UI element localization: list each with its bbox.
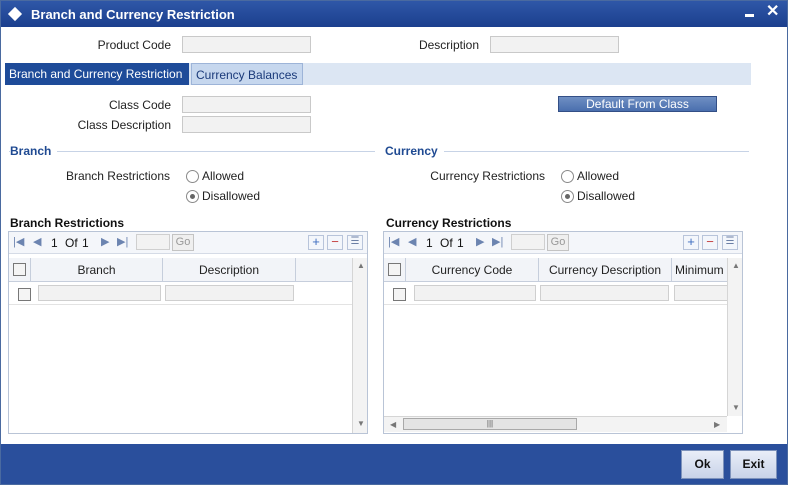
product-code-label: Product Code (97, 38, 171, 52)
delete-row-icon[interactable]: − (702, 235, 718, 250)
branch-column-header[interactable]: Branch (31, 258, 163, 282)
prev-page-icon[interactable]: ◀ (408, 235, 416, 248)
currency-section-title: Currency (385, 144, 444, 158)
branch-vertical-scrollbar[interactable]: ▲ ▼ (352, 258, 367, 433)
branch-section-title: Branch (10, 144, 58, 158)
first-page-icon[interactable]: |◀ (13, 235, 24, 248)
currency-page-input[interactable] (511, 234, 545, 250)
minimize-icon[interactable] (745, 14, 754, 17)
prev-page-icon[interactable]: ◀ (33, 235, 41, 248)
close-icon[interactable]: ✕ (766, 4, 779, 20)
currency-grid-title: Currency Restrictions (386, 216, 512, 230)
last-page-icon[interactable]: ▶| (492, 235, 503, 248)
scroll-up-icon[interactable]: ▲ (732, 261, 740, 270)
branch-cell[interactable] (38, 285, 161, 301)
currency-description-cell[interactable] (540, 285, 669, 301)
add-row-icon[interactable]: + (308, 235, 324, 250)
first-page-icon[interactable]: |◀ (388, 235, 399, 248)
currency-grid-header: Currency Code Currency Description Minim… (384, 258, 727, 282)
table-row[interactable] (384, 283, 727, 305)
scroll-thumb[interactable]: ||| (403, 418, 577, 430)
window-title: Branch and Currency Restriction (31, 7, 235, 22)
scroll-down-icon[interactable]: ▼ (732, 403, 740, 412)
scroll-up-icon[interactable]: ▲ (357, 261, 365, 270)
class-code-field[interactable] (182, 96, 311, 113)
tab-branch-currency-restriction[interactable]: Branch and Currency Restriction (5, 63, 189, 85)
currency-go-button[interactable]: Go (547, 234, 569, 251)
branch-restrictions-grid: |◀ ◀ 1 Of 1 ▶ ▶| Go + − ☰ Branch Descrip… (8, 231, 368, 434)
product-code-field[interactable] (182, 36, 311, 53)
branch-page-input[interactable] (136, 234, 170, 250)
delete-row-icon[interactable]: − (327, 235, 343, 250)
currency-allowed-radio[interactable] (561, 170, 574, 183)
exit-button[interactable]: Exit (730, 450, 777, 479)
branch-allowed-radio[interactable] (186, 170, 199, 183)
currency-page-total: 1 (457, 236, 464, 250)
ok-button[interactable]: Ok (681, 450, 724, 479)
currency-code-column-header[interactable]: Currency Code (406, 258, 539, 281)
add-row-icon[interactable]: + (683, 235, 699, 250)
select-all-cell (384, 258, 406, 281)
currency-disallowed-label: Disallowed (577, 189, 636, 203)
minimum-column-header[interactable]: Minimum (672, 258, 727, 281)
description-field[interactable] (490, 36, 619, 53)
class-description-field[interactable] (182, 116, 311, 133)
branch-section-rule (9, 151, 375, 152)
default-from-class-button[interactable]: Default From Class (558, 96, 717, 112)
branch-grid-title: Branch Restrictions (10, 216, 125, 230)
currency-restrictions-grid: |◀ ◀ 1 Of 1 ▶ ▶| Go + − ☰ Currency Code … (383, 231, 743, 434)
branch-disallowed-radio[interactable] (186, 190, 199, 203)
branch-restrictions-label: Branch Restrictions (65, 169, 170, 183)
description-label: Description (418, 38, 479, 52)
row-checkbox[interactable] (18, 288, 31, 301)
currency-vertical-scrollbar[interactable]: ▲ ▼ (727, 258, 742, 416)
currency-disallowed-radio[interactable] (561, 190, 574, 203)
select-all-checkbox[interactable] (388, 263, 401, 276)
branch-go-button[interactable]: Go (172, 234, 194, 251)
list-view-icon[interactable]: ☰ (722, 235, 738, 250)
tab-currency-balances[interactable]: Currency Balances (191, 63, 303, 85)
scroll-down-icon[interactable]: ▼ (357, 419, 365, 428)
select-all-cell (9, 258, 31, 282)
branch-grid-header: Branch Description (9, 258, 352, 282)
last-page-icon[interactable]: ▶| (117, 235, 128, 248)
minimum-cell[interactable] (674, 285, 727, 301)
currency-description-column-header[interactable]: Currency Description (539, 258, 672, 281)
list-view-icon[interactable]: ☰ (347, 235, 363, 250)
row-checkbox[interactable] (393, 288, 406, 301)
branch-disallowed-label: Disallowed (202, 189, 261, 203)
class-code-label: Class Code (108, 98, 171, 112)
branch-grid-pager: |◀ ◀ 1 Of 1 ▶ ▶| Go + − ☰ (9, 232, 367, 254)
currency-horizontal-scrollbar[interactable]: ◀ ||| ▶ (384, 416, 727, 432)
currency-page-current: 1 (426, 236, 433, 250)
next-page-icon[interactable]: ▶ (476, 235, 484, 248)
currency-allowed-label: Allowed (577, 169, 620, 183)
tab-bar: Branch and Currency Restriction Currency… (5, 63, 751, 85)
select-all-checkbox[interactable] (13, 263, 26, 276)
dialog-window: Branch and Currency Restriction ✕ Produc… (0, 0, 788, 485)
currency-grid-pager: |◀ ◀ 1 Of 1 ▶ ▶| Go + − ☰ (384, 232, 742, 254)
branch-page-current: 1 (51, 236, 58, 250)
title-bar[interactable]: Branch and Currency Restriction ✕ (1, 1, 787, 27)
currency-page-of: Of (440, 236, 453, 250)
scroll-left-icon[interactable]: ◀ (390, 420, 396, 429)
branch-allowed-label: Allowed (202, 169, 245, 183)
currency-restrictions-label: Currency Restrictions (430, 169, 545, 183)
app-diamond-icon (7, 6, 23, 22)
description-cell[interactable] (165, 285, 294, 301)
class-description-label: Class Description (77, 118, 171, 132)
branch-page-of: Of (65, 236, 78, 250)
currency-code-cell[interactable] (414, 285, 536, 301)
description-column-header[interactable]: Description (163, 258, 296, 282)
branch-page-total: 1 (82, 236, 89, 250)
next-page-icon[interactable]: ▶ (101, 235, 109, 248)
table-row[interactable] (9, 283, 352, 305)
footer-bar: Ok Exit (1, 444, 787, 484)
scroll-right-icon[interactable]: ▶ (714, 420, 720, 429)
